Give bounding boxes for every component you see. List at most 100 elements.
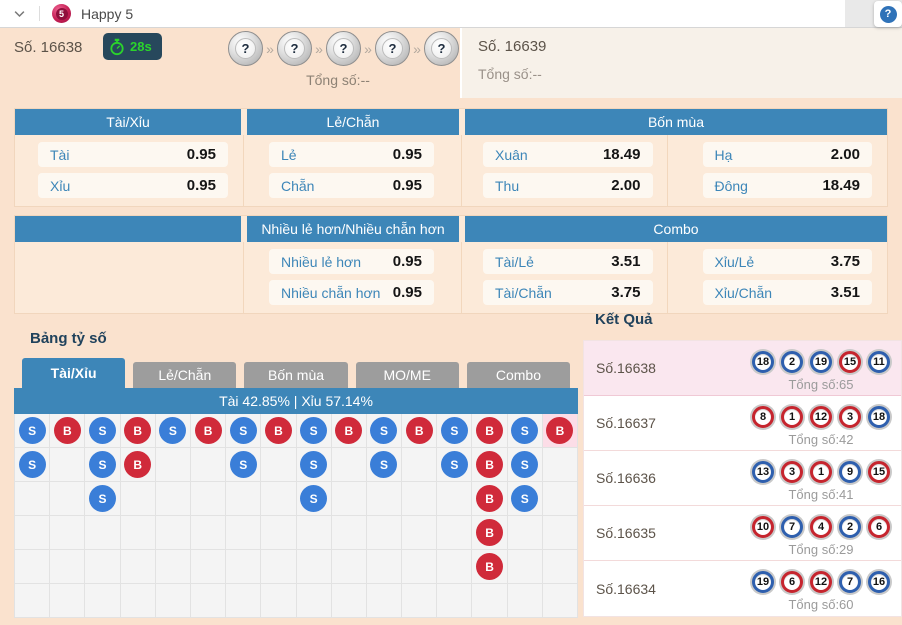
big-dot: B: [195, 417, 222, 444]
grid-cell: [156, 584, 191, 618]
next-round-panel: Số. 16639 Tổng số:--: [460, 28, 902, 98]
bet-cell[interactable]: Tài0.95: [38, 142, 228, 167]
bet-label: Chẵn: [281, 178, 314, 194]
bet-cell[interactable]: Xỉu0.95: [38, 173, 228, 198]
bet-cell[interactable]: Tài/Chẵn3.75: [483, 280, 653, 305]
scoreboard-tab-1[interactable]: Lẻ/Chẵn: [133, 362, 236, 388]
bet-column: Xuân18.49 Hạ2.00 Thu2.00 Đông18.49: [465, 142, 887, 198]
scoreboard-tab-3[interactable]: MO/ME: [356, 362, 459, 388]
grid-cell: [508, 584, 543, 618]
bet-cell[interactable]: Tài/Lẻ3.51: [483, 249, 653, 274]
bet-cell[interactable]: Nhiều lẻ hơn0.95: [269, 249, 434, 274]
grid-cell: B: [191, 414, 226, 448]
result-ball: 6: [868, 516, 890, 538]
grid-cell: [402, 550, 437, 584]
big-dot: B: [124, 417, 151, 444]
grid-cell: [85, 550, 120, 584]
scoreboard-tab-2[interactable]: Bốn mùa: [244, 362, 347, 388]
big-dot: B: [335, 417, 362, 444]
grid-cell: [332, 516, 367, 550]
grid-cell: [543, 516, 578, 550]
grid-cell: [191, 550, 226, 584]
result-total: Tổng số:42: [788, 432, 853, 447]
grid-cell: [508, 550, 543, 584]
result-ball: 3: [839, 406, 861, 428]
bet-table-body: Nhiều lẻ hơn0.95 Nhiều chẵn hơn0.95 Tài/Lẻ…: [15, 242, 887, 313]
bet-cell[interactable]: Nhiều chẵn hơn0.95: [269, 280, 434, 305]
grid-cell: [367, 584, 402, 618]
question-mark: ?: [333, 38, 354, 59]
column-divider: [461, 135, 462, 206]
result-round-label: Số.16638: [596, 360, 656, 376]
grid-cell: S: [367, 414, 402, 448]
scoreboard-tab-4[interactable]: Combo: [467, 362, 570, 388]
result-ball: 7: [839, 571, 861, 593]
scoreboard-tab-0[interactable]: Tài/Xỉu: [22, 358, 125, 388]
grid-cell: [85, 516, 120, 550]
result-ball: 6: [781, 571, 803, 593]
grid-cell: [261, 550, 296, 584]
bet-cell[interactable]: Xỉu/Chẵn3.51: [703, 280, 873, 305]
scoreboard-tabs: Tài/Xỉu Lẻ/Chẵn Bốn mùa MO/ME Combo: [22, 358, 570, 388]
small-dot: S: [370, 417, 397, 444]
grid-cell: B: [50, 414, 85, 448]
bet-cell[interactable]: Xỉu/Lẻ3.75: [703, 249, 873, 274]
result-row: Số.166378112318Tổng số:42: [584, 396, 901, 451]
result-row: Số.16635107426Tổng số:29: [584, 506, 901, 561]
grid-cell: [297, 516, 332, 550]
bet-cell[interactable]: Xuân18.49: [483, 142, 653, 167]
result-total: Tổng số:65: [788, 377, 853, 392]
grid-cell: B: [121, 414, 156, 448]
result-ball: 8: [752, 406, 774, 428]
grid-cell: [402, 448, 437, 482]
grid-cell: [332, 584, 367, 618]
grid-cell: [50, 448, 85, 482]
grid-cell: S: [508, 414, 543, 448]
bet-column: Nhiều lẻ hơn0.95 Nhiều chẵn hơn0.95: [247, 249, 459, 305]
bet-odds: 18.49: [603, 146, 641, 163]
grid-cell: S: [297, 482, 332, 516]
bet-label: Tài/Chẵn: [495, 285, 552, 301]
result-round-label: Số.16634: [596, 581, 656, 597]
game-title: Happy 5: [81, 6, 133, 22]
bet-cell[interactable]: Lẻ0.95: [269, 142, 434, 167]
grid-cell: [508, 516, 543, 550]
big-dot: B: [124, 451, 151, 478]
result-row: Số.1663419612716Tổng số:60: [584, 561, 901, 616]
grid-cell: S: [297, 448, 332, 482]
grid-cell: [402, 516, 437, 550]
scoreboard-grid: SBSBSBSBSBSBSBSBSSBSSSSBSSSBSBB: [14, 414, 578, 618]
bet-odds: 0.95: [187, 177, 216, 194]
result-ball: 2: [839, 516, 861, 538]
chevron-separator-icon: »: [264, 41, 276, 57]
bet-cell[interactable]: Đông18.49: [703, 173, 873, 198]
grid-cell: S: [15, 414, 50, 448]
grid-cell: [85, 584, 120, 618]
mystery-ball: ?: [424, 31, 459, 66]
bet-cell[interactable]: Thu2.00: [483, 173, 653, 198]
grid-cell: [226, 584, 261, 618]
bet-odds: 0.95: [393, 146, 422, 163]
column-divider: [243, 242, 244, 313]
column-divider: [243, 135, 244, 206]
grid-cell: [50, 550, 85, 584]
grid-cell: [367, 482, 402, 516]
help-button[interactable]: ?: [874, 1, 902, 27]
small-dot: S: [230, 417, 257, 444]
bet-cell[interactable]: Hạ2.00: [703, 142, 873, 167]
next-round-number: Số. 16639: [478, 38, 902, 55]
result-balls-block: 182191511Tổng số:65: [750, 345, 892, 392]
collapse-chevron-button[interactable]: [12, 6, 27, 21]
grid-cell: [226, 550, 261, 584]
grid-cell: [261, 584, 296, 618]
bet-cell[interactable]: Chẵn0.95: [269, 173, 434, 198]
grid-cell: S: [437, 448, 472, 482]
grid-cell: [121, 482, 156, 516]
grid-cell: S: [226, 414, 261, 448]
grid-cell: B: [121, 448, 156, 482]
result-round-label: Số.16636: [596, 470, 656, 486]
grid-cell: [121, 584, 156, 618]
result-ball: 12: [810, 406, 832, 428]
result-ball: 19: [752, 571, 774, 593]
small-dot: S: [89, 485, 116, 512]
